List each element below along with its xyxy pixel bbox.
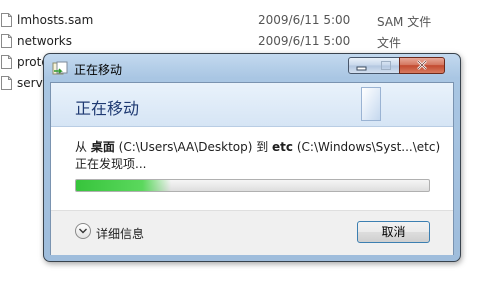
window-title: 正在移动: [74, 63, 123, 77]
from-prefix: 从: [75, 140, 91, 154]
file-type: 文件: [377, 36, 402, 50]
source-path: (C:\Users\AA\Desktop) 到: [114, 140, 273, 154]
close-icon: [417, 60, 427, 70]
chevron-down-icon: [75, 223, 91, 239]
file-type: SAM 文件: [377, 15, 432, 29]
minimize-button[interactable]: [348, 57, 375, 74]
file-row[interactable]: lmhosts.sam 2009/6/11 5:00 SAM 文件: [0, 10, 481, 30]
title-bar[interactable]: 正在移动: [44, 54, 460, 82]
maximize-icon: [381, 61, 391, 70]
destination-path: (C:\Windows\Syst...\etc): [293, 140, 441, 154]
close-button[interactable]: [399, 57, 445, 74]
progress-bar: [75, 179, 430, 192]
minimize-icon: [356, 66, 367, 71]
more-details-label: 详细信息: [96, 227, 145, 241]
header-band: 正在移动: [51, 83, 453, 127]
destination-link[interactable]: etc: [272, 140, 293, 154]
progress-fill: [76, 180, 172, 191]
file-icon: [1, 76, 12, 90]
file-icon: [1, 55, 12, 69]
dialog-footer: 详细信息 取消: [51, 210, 453, 255]
file-name: lmhosts.sam: [17, 13, 94, 27]
cancel-button[interactable]: 取消: [357, 221, 430, 243]
file-name: networks: [17, 34, 72, 48]
file-date: 2009/6/11 5:00: [258, 34, 351, 48]
dialog-heading: 正在移动: [75, 99, 140, 118]
maximize-button[interactable]: [374, 57, 400, 74]
file-icon: [1, 13, 12, 27]
move-files-icon: [52, 61, 68, 75]
file-name: servi: [17, 76, 47, 90]
dialog-body: 正在移动 从 桌面 (C:\Users\AA\Desktop) 到 etc (C…: [50, 82, 454, 255]
copy-animation-icon: [361, 87, 381, 121]
move-dialog: 正在移动 正在移动 从 桌面 (C:\Users\AA\Desktop) 到 e…: [43, 53, 461, 262]
source-destination-line: 从 桌面 (C:\Users\AA\Desktop) 到 etc (C:\Win…: [75, 138, 440, 155]
source-link[interactable]: 桌面: [91, 140, 115, 154]
status-text: 正在发现项...: [75, 157, 147, 171]
file-date: 2009/6/11 5:00: [258, 13, 351, 27]
file-icon: [1, 34, 12, 48]
file-row[interactable]: networks 2009/6/11 5:00 文件: [0, 31, 481, 51]
